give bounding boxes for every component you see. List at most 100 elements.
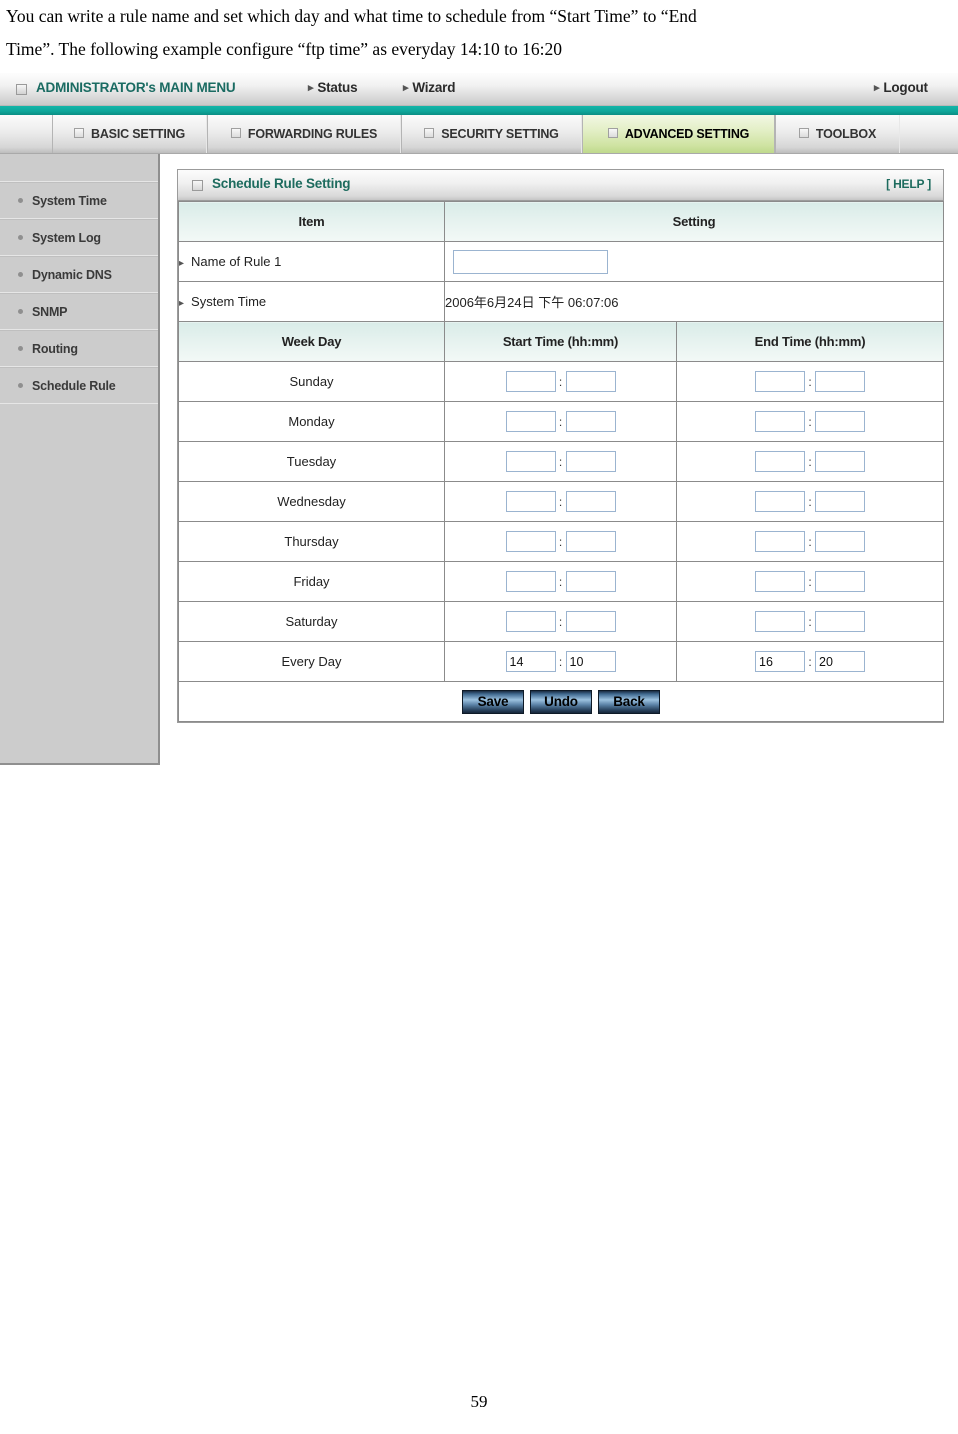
start-time-cell: : (444, 521, 677, 562)
day-label: Every Day (178, 641, 445, 682)
tab-label: FORWARDING RULES (247, 127, 378, 141)
sidebar-item-label: System Log (32, 231, 101, 245)
tab-basic-setting[interactable]: BASIC SETTING (52, 115, 207, 153)
end-minute-input[interactable] (815, 371, 865, 392)
start-minute-input[interactable] (565, 571, 616, 592)
day-label: Monday (178, 401, 445, 442)
start-minute-input[interactable] (565, 531, 616, 552)
start-hour-input[interactable] (505, 531, 556, 552)
start-minute-input[interactable] (565, 611, 616, 632)
end-minute-input[interactable] (815, 651, 865, 672)
column-header-setting: Setting (444, 201, 944, 242)
end-minute-input[interactable] (815, 491, 865, 512)
sidebar-item-snmp[interactable]: SNMP (0, 293, 158, 330)
start-hour-input[interactable] (505, 451, 556, 472)
help-link[interactable]: [ HELP ] (886, 177, 931, 191)
sidebar-item-dynamic-dns[interactable]: Dynamic DNS (0, 256, 158, 293)
topnav-status[interactable]: Status (308, 80, 357, 95)
tab-advanced-setting[interactable]: ADVANCED SETTING (582, 115, 775, 153)
end-hour-input[interactable] (755, 571, 805, 592)
end-hour-input[interactable] (755, 611, 805, 632)
back-button[interactable]: Back (598, 689, 660, 714)
page-number: 59 (470, 1392, 488, 1411)
row-value-name-of-rule (444, 241, 944, 282)
end-minute-input[interactable] (815, 571, 865, 592)
start-minute-input[interactable] (565, 371, 616, 392)
tab-square-icon (798, 128, 809, 138)
start-time-cell: : (444, 441, 677, 482)
end-hour-input[interactable] (755, 451, 805, 472)
schedule-header-row: Week Day Start Time (hh:mm) End Time (hh… (178, 321, 944, 362)
end-hour-input[interactable] (755, 651, 805, 672)
page-title: Schedule Rule Setting (212, 176, 351, 191)
table-row-name-of-rule: ▸ Name of Rule 1 (178, 241, 944, 282)
end-minute-input[interactable] (815, 611, 865, 632)
end-hour-input[interactable] (755, 531, 805, 552)
start-time-cell: : (444, 401, 677, 442)
start-hour-input[interactable] (505, 651, 556, 672)
end-minute-input[interactable] (815, 411, 865, 432)
save-button[interactable]: Save (462, 689, 524, 714)
day-label: Wednesday (178, 481, 445, 522)
row-label-text: System Time (191, 294, 267, 309)
system-time-value: 2006年6月24日 下午 06:07:06 (444, 281, 944, 322)
sidebar-item-schedule-rule[interactable]: Schedule Rule (0, 367, 158, 404)
tab-label: TOOLBOX (815, 127, 877, 141)
time-colon: : (558, 414, 563, 429)
tab-square-icon (607, 128, 618, 138)
start-time-cell: : (444, 481, 677, 522)
sidebar-item-system-log[interactable]: System Log (0, 219, 158, 256)
time-colon: : (808, 494, 812, 509)
start-hour-input[interactable] (505, 571, 556, 592)
arrow-right-icon: ▸ (179, 258, 185, 269)
end-hour-input[interactable] (755, 411, 805, 432)
start-hour-input[interactable] (505, 611, 556, 632)
column-header-week-day: Week Day (178, 321, 445, 362)
start-hour-input[interactable] (505, 411, 556, 432)
row-label-name-of-rule: ▸ Name of Rule 1 (178, 241, 445, 282)
start-minute-input[interactable] (565, 491, 616, 512)
start-hour-input[interactable] (505, 371, 556, 392)
bullet-icon (18, 198, 23, 203)
end-time-cell: : (676, 361, 944, 402)
end-hour-input[interactable] (755, 491, 805, 512)
table-row: Friday : : (178, 561, 944, 602)
start-minute-input[interactable] (565, 411, 616, 432)
end-hour-input[interactable] (755, 371, 805, 392)
time-colon: : (808, 654, 812, 669)
start-minute-input[interactable] (565, 451, 616, 472)
tab-toolbox[interactable]: TOOLBOX (775, 115, 900, 153)
end-time-cell: : (676, 441, 944, 482)
undo-button[interactable]: Undo (530, 689, 592, 714)
time-colon: : (808, 414, 812, 429)
start-minute-input[interactable] (565, 651, 616, 672)
schedule-rule-table: Item Setting ▸ Name of Rule 1 ▸ System Tim… (178, 201, 944, 722)
end-minute-input[interactable] (815, 531, 865, 552)
time-colon: : (808, 534, 812, 549)
sidebar-item-routing[interactable]: Routing (0, 330, 158, 367)
topnav-wizard[interactable]: Wizard (403, 80, 455, 95)
bullet-icon (18, 272, 23, 277)
end-minute-input[interactable] (815, 451, 865, 472)
end-time-cell: : (676, 561, 944, 602)
tab-security-setting[interactable]: SECURITY SETTING (401, 115, 582, 153)
admin-square-icon (16, 84, 27, 95)
time-colon: : (558, 494, 563, 509)
day-label: Thursday (178, 521, 445, 562)
intro-paragraph: You can write a rule name and set which … (6, 0, 872, 66)
tab-forwarding-rules[interactable]: FORWARDING RULES (207, 115, 401, 153)
start-hour-input[interactable] (505, 491, 556, 512)
rule-name-input[interactable] (453, 249, 608, 274)
table-row: Every Day : : (178, 641, 944, 682)
time-colon: : (808, 574, 812, 589)
main-tab-bar: BASIC SETTING FORWARDING RULES SECURITY … (0, 115, 958, 154)
topnav-logout[interactable]: Logout (874, 80, 928, 95)
start-time-cell: : (444, 561, 677, 602)
tab-square-icon (230, 128, 241, 138)
admin-main-menu-title: ADMINISTRATOR's MAIN MENU (36, 80, 236, 95)
sidebar-item-system-time[interactable]: System Time (0, 182, 158, 219)
time-colon: : (808, 614, 812, 629)
sidebar-item-label: Dynamic DNS (32, 268, 112, 282)
day-label: Tuesday (178, 441, 445, 482)
row-label-system-time: ▸ System Time (178, 281, 445, 322)
